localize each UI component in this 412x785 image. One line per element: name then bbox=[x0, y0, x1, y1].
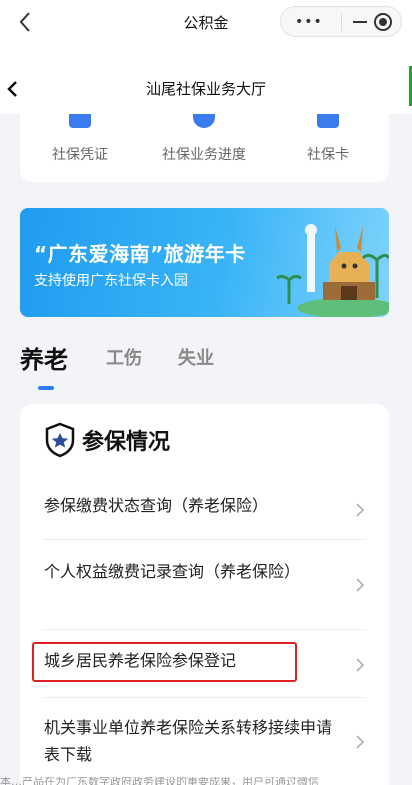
highlight-box bbox=[32, 642, 297, 682]
insurance-section-card: 参保情况 参保缴费状态查询（养老保险） 个人权益缴费记录查询（养老保险） 城乡居… bbox=[20, 404, 389, 785]
chevron-right-icon bbox=[356, 503, 365, 517]
list-item-contribution-record[interactable]: 个人权益缴费记录查询（养老保险） bbox=[42, 540, 366, 630]
page-title: 汕尾社保业务大厅 bbox=[145, 80, 266, 98]
document-icon bbox=[69, 114, 91, 128]
banner-illustration-icon bbox=[276, 224, 389, 317]
list-item-label: 机关事业单位养老保险关系转移接续申请表下载 bbox=[44, 718, 333, 764]
footer-text: 本…产品在为广东数字政府政务建设的重要成果，用户可通过微信 bbox=[0, 777, 319, 785]
capsule-menu: ••• bbox=[280, 6, 402, 37]
chevron-right-icon bbox=[356, 658, 365, 672]
category-tabs: 养老 工伤 失业 bbox=[20, 344, 389, 394]
active-tab-indicator bbox=[38, 386, 54, 390]
chevron-right-icon bbox=[356, 735, 365, 749]
tab-injury[interactable]: 工伤 bbox=[106, 344, 142, 370]
list-item-transfer-form[interactable]: 机关事业单位养老保险关系转移接续申请表下载 bbox=[42, 698, 366, 785]
banner-title: “广东爱海南”旅游年卡 bbox=[34, 242, 246, 266]
quick-link-label: 社保业务进度 bbox=[162, 147, 246, 163]
mini-program-bar: 公积金 ••• bbox=[0, 0, 412, 44]
quick-link-label: 社保凭证 bbox=[52, 147, 108, 163]
tab-unemployment[interactable]: 失业 bbox=[178, 344, 214, 370]
section-title: 参保情况 bbox=[82, 430, 171, 455]
card-icon bbox=[317, 114, 339, 128]
shield-star-icon bbox=[45, 422, 75, 458]
clock-icon bbox=[193, 114, 215, 128]
capsule-divider bbox=[341, 14, 342, 31]
close-target-icon[interactable] bbox=[374, 13, 392, 31]
quick-link-label: 社保卡 bbox=[307, 147, 349, 163]
list-item-label: 个人权益缴费记录查询（养老保险） bbox=[44, 562, 301, 581]
banner-subtitle: 支持使用广东社保卡入园 bbox=[34, 273, 188, 289]
quick-links-card: 社保凭证 社保业务进度 社保卡 bbox=[20, 114, 389, 182]
page-header: 汕尾社保业务大厅 bbox=[0, 44, 412, 114]
tab-pension[interactable]: 养老 bbox=[20, 340, 68, 375]
more-icon[interactable]: ••• bbox=[295, 14, 323, 30]
list-item-payment-status[interactable]: 参保缴费状态查询（养老保险） bbox=[42, 472, 366, 540]
list-item-label: 参保缴费状态查询（养老保险） bbox=[44, 496, 269, 515]
minimize-icon[interactable] bbox=[353, 21, 367, 23]
chevron-right-icon bbox=[356, 578, 365, 592]
promo-banner[interactable]: “广东爱海南”旅游年卡 支持使用广东社保卡入园 bbox=[20, 208, 389, 317]
